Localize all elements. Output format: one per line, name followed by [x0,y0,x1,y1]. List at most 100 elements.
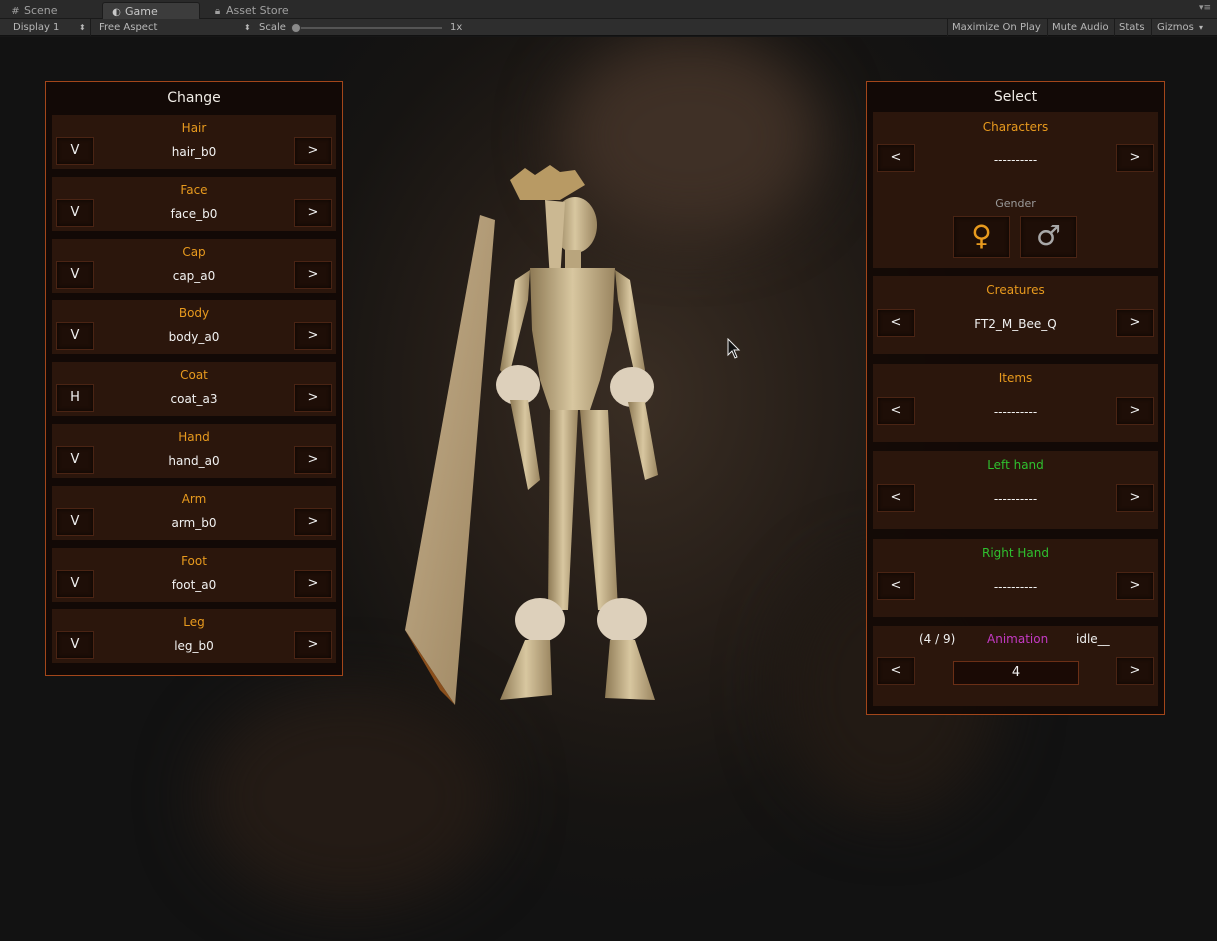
leg-toggle-button[interactable]: V [56,631,94,659]
foot-label: Foot [181,554,207,568]
leg-value: leg_b0 [174,639,214,653]
foot-next-button[interactable]: > [294,570,332,598]
items-value: ---------- [993,405,1038,419]
leg-row: Leg Vleg_b0 > [52,609,336,663]
items-prev-button[interactable]: < [877,397,915,425]
animation-label: Animation [987,632,1049,646]
gender-label: Gender [995,197,1036,210]
female-button[interactable]: ♀ [953,216,1010,258]
change-panel-title: Change [167,90,221,106]
scale-value: 1x [450,22,463,33]
hair-label: Hair [181,121,207,135]
right-hand-label: Right Hand [981,546,1049,560]
stats-toggle[interactable]: Stats [1119,19,1145,36]
aspect-dropdown[interactable]: Free Aspect [99,19,157,36]
cap-value: cap_a0 [172,269,216,283]
characters-next-button[interactable]: > [1116,144,1154,172]
hand-next-button[interactable]: > [294,446,332,474]
coat-toggle-button[interactable]: H [56,384,94,412]
gizmos-dropdown[interactable]: Gizmos [1157,19,1194,36]
items-section: Items < ---------- > [873,364,1158,442]
right-hand-prev-button[interactable]: < [877,572,915,600]
face-label: Face [180,183,208,197]
change-panel: Change Hair Vhair_b0 > Face Vface_b0 > Cap Vcap… [45,81,343,676]
arm-row: Arm Varm_b0 > [52,486,336,540]
right-hand-next-button[interactable]: > [1116,572,1154,600]
foot-toggle-button[interactable]: V [56,570,94,598]
right-hand-value: ---------- [993,580,1038,594]
female-symbol-icon: ♀ [971,219,992,252]
game-toolbar: Display 1 ⬍ Free Aspect ⬍ Scale 1x Maxim… [0,19,1217,36]
male-button[interactable]: ♂ [1020,216,1077,258]
tab-scene[interactable]: # Scene [2,2,98,19]
scale-slider-track[interactable] [292,27,442,29]
body-value: body_a0 [168,330,220,344]
face-value: face_b0 [170,207,218,221]
tab-asset-store-label: Asset Store [226,4,289,17]
tab-scene-label: Scene [24,4,58,17]
creatures-next-button[interactable]: > [1116,309,1154,337]
coat-row: Coat Hcoat_a3 > [52,362,336,416]
leg-label: Leg [183,615,205,629]
body-row: Body Vbody_a0 > [52,300,336,354]
left-hand-value: ---------- [993,492,1038,506]
hair-toggle-button[interactable]: V [56,137,94,165]
lock-icon: 🔒︎ [214,6,221,17]
hand-toggle-button[interactable]: V [56,446,94,474]
display-dropdown[interactable]: Display 1 [13,19,59,36]
foot-value: foot_a0 [171,578,217,592]
arm-next-button[interactable]: > [294,508,332,536]
right-hand-section: Right Hand < ---------- > [873,539,1158,617]
hair-row: Hair Vhair_b0 > [52,115,336,169]
character-model [405,165,658,705]
characters-label: Characters [982,120,1049,134]
scale-slider-handle[interactable] [291,23,301,33]
items-label: Items [998,371,1033,385]
mouse-cursor-icon [727,338,741,359]
left-hand-prev-button[interactable]: < [877,484,915,512]
hair-value: hair_b0 [171,145,217,159]
coat-label: Coat [180,368,208,382]
tab-asset-store[interactable]: 🔒︎ Asset Store [204,2,314,19]
left-hand-section: Left hand < ---------- > [873,451,1158,529]
body-next-button[interactable]: > [294,322,332,350]
hair-next-button[interactable]: > [294,137,332,165]
body-toggle-button[interactable]: V [56,322,94,350]
arm-toggle-button[interactable]: V [56,508,94,536]
characters-value: ---------- [993,153,1038,167]
animation-section: (4 / 9) Animation idle__ < 4 > [873,626,1158,706]
items-next-button[interactable]: > [1116,397,1154,425]
coat-next-button[interactable]: > [294,384,332,412]
maximize-on-play-toggle[interactable]: Maximize On Play [952,19,1041,36]
select-panel: Select Characters < ---------- > Gender … [866,81,1165,715]
characters-prev-button[interactable]: < [877,144,915,172]
foot-row: Foot Vfoot_a0 > [52,548,336,602]
creatures-prev-button[interactable]: < [877,309,915,337]
hand-row: Hand Vhand_a0 > [52,424,336,478]
cap-next-button[interactable]: > [294,261,332,289]
select-panel-title: Select [993,89,1038,105]
mute-audio-toggle[interactable]: Mute Audio [1052,19,1109,36]
animation-counter: (4 / 9) [919,632,956,646]
hand-label: Hand [178,430,210,444]
arm-value: arm_b0 [171,516,217,530]
cap-label: Cap [182,245,206,259]
scale-label: Scale [259,22,286,33]
chevron-down-icon: ▾ [1199,23,1204,32]
left-hand-next-button[interactable]: > [1116,484,1154,512]
animation-prev-button[interactable]: < [877,657,915,685]
face-next-button[interactable]: > [294,199,332,227]
tab-game[interactable]: ◐ Game [102,2,200,19]
animation-index-field[interactable]: 4 [953,661,1079,685]
creatures-label: Creatures [986,283,1045,297]
leg-next-button[interactable]: > [294,631,332,659]
tab-menu-icon[interactable]: ▾≡ [1199,3,1211,13]
face-toggle-button[interactable]: V [56,199,94,227]
arm-label: Arm [181,492,207,506]
tab-game-label: Game [125,5,158,18]
animation-name: idle__ [1076,632,1110,646]
cap-toggle-button[interactable]: V [56,261,94,289]
cap-row: Cap Vcap_a0 > [52,239,336,293]
creatures-section: Creatures < FT2_M_Bee_Q > [873,276,1158,354]
animation-next-button[interactable]: > [1116,657,1154,685]
